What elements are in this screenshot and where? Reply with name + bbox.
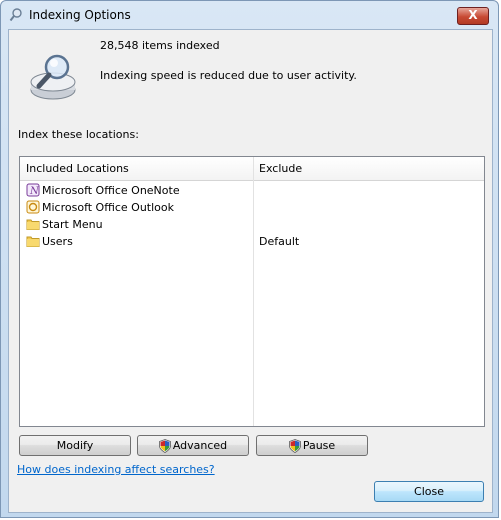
column-header-exclude[interactable]: Exclude — [259, 162, 302, 175]
modify-button-label: Modify — [56, 439, 94, 452]
list-header: Included Locations Exclude — [20, 157, 484, 181]
indexing-status-message: Indexing speed is reduced due to user ac… — [100, 69, 357, 82]
list-item[interactable]: N Microsoft Office OneNote — [24, 182, 482, 199]
advanced-button-label: Advanced — [172, 439, 228, 452]
search-drive-icon — [30, 54, 76, 100]
column-header-included-locations[interactable]: Included Locations — [26, 162, 129, 175]
pause-button-label: Pause — [302, 439, 336, 452]
pause-button[interactable]: Pause — [256, 435, 368, 456]
close-button-label: Close — [414, 485, 444, 498]
list-item[interactable]: Microsoft Office Outlook — [24, 199, 482, 216]
svg-text:N: N — [29, 186, 40, 197]
indexing-options-window: Indexing Options X 28,548 items indexed … — [0, 0, 499, 518]
window-title: Indexing Options — [29, 8, 131, 22]
uac-shield-icon — [288, 439, 301, 453]
location-name: Start Menu — [42, 218, 103, 231]
folder-icon — [26, 236, 40, 247]
indexing-options-icon — [9, 8, 22, 22]
onenote-icon: N — [26, 183, 40, 197]
location-exclude: Default — [259, 235, 300, 248]
help-link[interactable]: How does indexing affect searches? — [17, 463, 215, 476]
dialog-client-area: 28,548 items indexed Indexing speed is r… — [8, 29, 493, 513]
index-locations-label: Index these locations: — [18, 128, 139, 141]
outlook-icon — [26, 200, 40, 214]
window-close-button[interactable]: X — [457, 7, 489, 25]
list-item[interactable]: Users Default — [24, 233, 482, 250]
locations-list[interactable]: Included Locations Exclude N Microsoft O… — [19, 156, 485, 427]
modify-button[interactable]: Modify — [19, 435, 131, 456]
folder-icon — [26, 219, 40, 230]
location-name: Microsoft Office OneNote — [42, 184, 180, 197]
location-name: Microsoft Office Outlook — [42, 201, 174, 214]
location-name: Users — [42, 235, 73, 248]
title-bar[interactable]: Indexing Options X — [1, 1, 498, 29]
close-button[interactable]: Close — [374, 481, 484, 502]
uac-shield-icon — [158, 439, 171, 453]
items-indexed-count: 28,548 items indexed — [100, 39, 220, 52]
advanced-button[interactable]: Advanced — [137, 435, 249, 456]
list-item[interactable]: Start Menu — [24, 216, 482, 233]
